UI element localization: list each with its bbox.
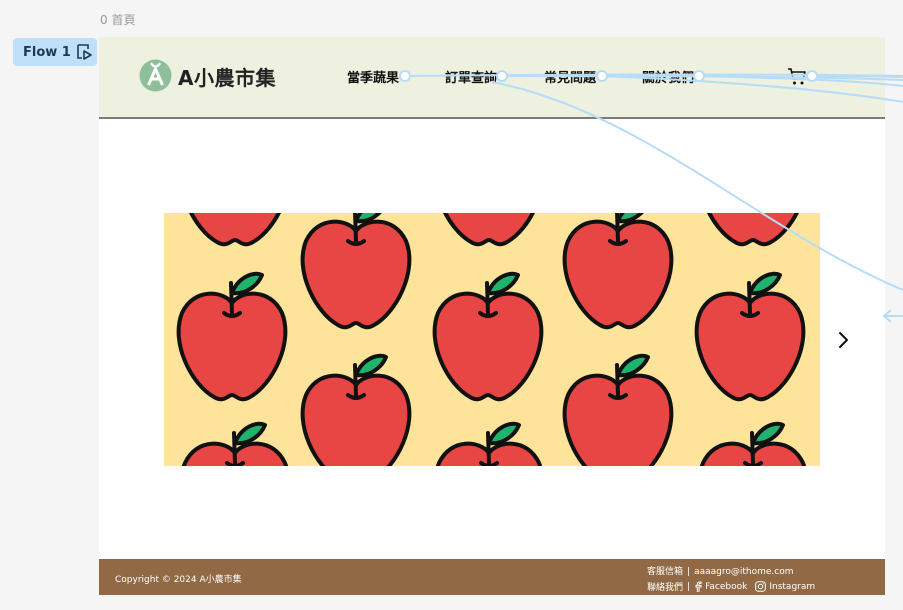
homepage-frame: A小農市集 當季蔬果 訂單查詢 常見問題 關於我們 Copyright © 20… xyxy=(99,37,885,595)
separator: | xyxy=(687,567,691,577)
footer-service-line: 客服信箱 | aaaagro@ithome.com xyxy=(647,564,793,577)
logo-icon xyxy=(139,59,172,92)
separator: | xyxy=(687,581,691,592)
chevron-right-icon[interactable] xyxy=(837,330,851,350)
facebook-link[interactable]: Facebook xyxy=(694,581,747,592)
service-email-link[interactable]: aaaagro@ithome.com xyxy=(694,567,793,577)
cart-icon[interactable] xyxy=(787,66,807,86)
facebook-icon xyxy=(695,581,702,592)
footer-contact-line: 聯絡我們 | Facebook Instagram xyxy=(647,580,823,593)
site-header: A小農市集 當季蔬果 訂單查詢 常見問題 關於我們 xyxy=(99,37,885,119)
instagram-icon xyxy=(755,581,767,592)
nav-faq[interactable]: 常見問題 xyxy=(544,67,596,86)
nav-about-us[interactable]: 關於我們 xyxy=(642,67,694,86)
nav-order-lookup[interactable]: 訂單查詢 xyxy=(445,67,497,86)
site-footer: Copyright © 2024 A小農市集 客服信箱 | aaaagro@itho… xyxy=(99,559,885,595)
flow-label: Flow 1 xyxy=(23,44,71,60)
instagram-label: Instagram xyxy=(769,581,816,592)
play-frame-icon xyxy=(77,44,92,60)
service-email-label: 客服信箱 xyxy=(647,567,684,577)
hero-banner-image xyxy=(164,213,820,466)
facebook-label: Facebook xyxy=(705,581,748,592)
instagram-link[interactable]: Instagram xyxy=(755,581,815,592)
copyright-text: Copyright © 2024 A小農市集 xyxy=(115,575,242,585)
nav-seasonal-produce[interactable]: 當季蔬果 xyxy=(347,67,399,86)
frame-label: 0 首頁 xyxy=(100,13,136,27)
contact-label: 聯絡我們 xyxy=(647,583,684,593)
logo-text[interactable]: A小農市集 xyxy=(178,62,276,91)
flow-badge[interactable]: Flow 1 xyxy=(13,38,97,66)
